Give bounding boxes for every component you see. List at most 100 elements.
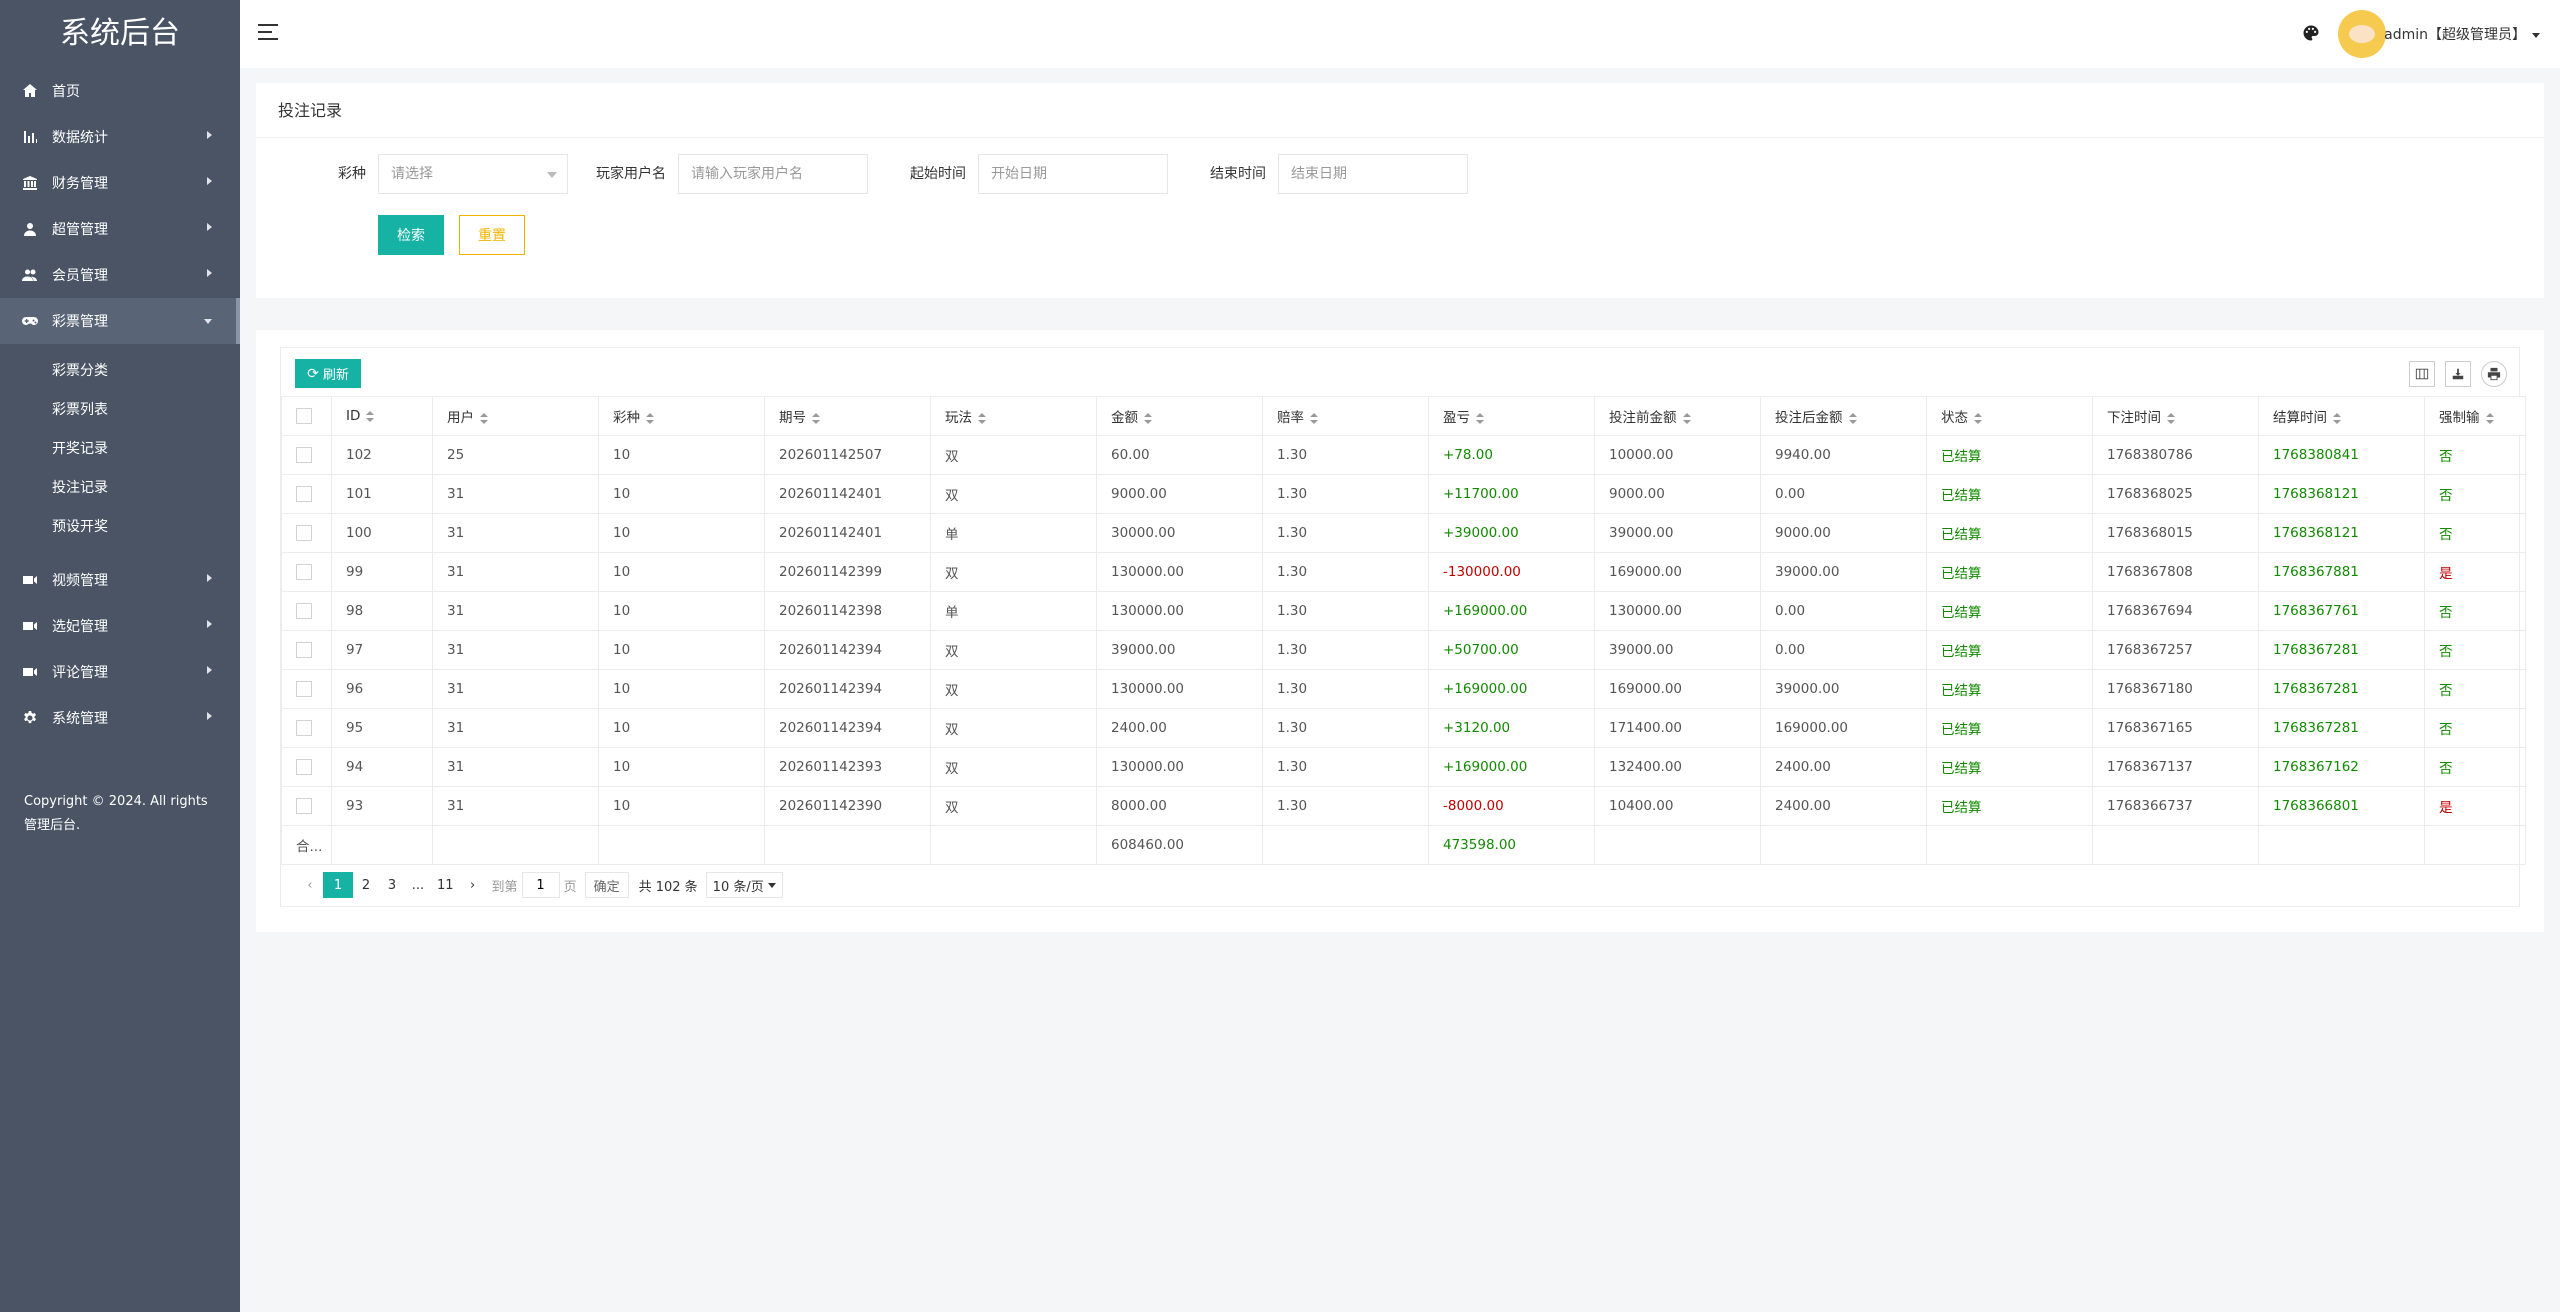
goto-confirm-button[interactable]: 确定: [584, 872, 629, 898]
sidebar-item[interactable]: 选妃管理: [0, 603, 240, 649]
page-button[interactable]: 1: [323, 872, 353, 898]
column-header[interactable]: 状态: [1926, 396, 2093, 436]
table-cell: 1768367165: [2092, 708, 2259, 748]
column-header[interactable]: 期号: [764, 396, 931, 436]
page-button[interactable]: 3: [379, 872, 405, 898]
menu-toggle-icon[interactable]: [258, 24, 278, 42]
select-all-checkbox[interactable]: [296, 408, 312, 424]
sort-icon[interactable]: [1144, 412, 1152, 424]
export-button[interactable]: [2445, 361, 2471, 387]
print-button[interactable]: [2481, 361, 2507, 387]
table-cell: 1.30: [1262, 591, 1429, 631]
sidebar-item-label: 会员管理: [52, 268, 108, 284]
submenu-item[interactable]: 预设开奖: [0, 508, 240, 547]
column-header[interactable]: 投注前金额: [1594, 396, 1761, 436]
next-page-icon[interactable]: ›: [460, 872, 486, 898]
column-header[interactable]: 强制输: [2424, 396, 2526, 436]
row-checkbox[interactable]: [296, 564, 312, 580]
submenu-item[interactable]: 开奖记录: [0, 430, 240, 469]
row-checkbox[interactable]: [296, 720, 312, 736]
column-header-label: 用户: [447, 410, 474, 426]
submenu-item[interactable]: 投注记录: [0, 469, 240, 508]
sidebar-item[interactable]: 会员管理: [0, 252, 240, 298]
player-input[interactable]: [678, 154, 868, 194]
goto-page-input[interactable]: [521, 872, 560, 898]
end-date-input[interactable]: [1278, 154, 1468, 194]
column-header[interactable]: 盈亏: [1428, 396, 1595, 436]
table-cell: 否: [2424, 435, 2526, 475]
reset-button[interactable]: 重置: [459, 215, 525, 255]
table-cell: +169000.00: [1428, 591, 1595, 631]
row-checkbox[interactable]: [296, 798, 312, 814]
table-cell: 否: [2424, 630, 2526, 670]
table-cell: 已结算: [1926, 474, 2093, 514]
sidebar-item[interactable]: 视频管理: [0, 557, 240, 603]
sidebar-item[interactable]: 超管管理: [0, 206, 240, 252]
row-select-cell: [281, 786, 332, 826]
lottery-label: 彩种: [338, 166, 366, 182]
sidebar-item[interactable]: 评论管理: [0, 649, 240, 695]
column-header[interactable]: 投注后金额: [1760, 396, 1927, 436]
sort-icon[interactable]: [978, 412, 986, 424]
table-cell: 双: [930, 435, 1097, 475]
page-button[interactable]: 11: [431, 872, 460, 898]
row-checkbox[interactable]: [296, 525, 312, 541]
row-checkbox[interactable]: [296, 759, 312, 775]
page-size-select[interactable]: 10 条/页: [705, 872, 783, 898]
sort-icon[interactable]: [480, 412, 488, 424]
bank-icon: [22, 175, 38, 191]
sidebar-item[interactable]: 财务管理: [0, 160, 240, 206]
video-icon: [22, 572, 38, 588]
row-checkbox[interactable]: [296, 642, 312, 658]
sort-icon[interactable]: [1682, 412, 1691, 424]
sort-icon[interactable]: [1476, 412, 1484, 424]
user-menu[interactable]: admin【超级管理员】: [2384, 24, 2540, 44]
sidebar-item[interactable]: 彩票管理: [0, 298, 240, 344]
prev-page-icon[interactable]: ‹: [297, 872, 323, 898]
table-cell: 双: [930, 708, 1097, 748]
sort-icon[interactable]: [2167, 412, 2175, 424]
sort-icon[interactable]: [2333, 412, 2341, 424]
submenu-item[interactable]: 彩票列表: [0, 391, 240, 430]
refresh-button[interactable]: ⟳ 刷新: [295, 359, 361, 388]
column-header[interactable]: 赔率: [1262, 396, 1429, 436]
sort-icon[interactable]: [812, 412, 820, 424]
column-header[interactable]: 结算时间: [2258, 396, 2425, 436]
chevron-icon: [204, 319, 212, 324]
sort-icon[interactable]: [1310, 412, 1318, 424]
columns-filter-button[interactable]: [2409, 361, 2435, 387]
start-date-input[interactable]: [978, 154, 1168, 194]
column-header[interactable]: 下注时间: [2092, 396, 2259, 436]
sidebar-item[interactable]: 系统管理: [0, 695, 240, 741]
avatar[interactable]: [2338, 10, 2386, 58]
sort-icon[interactable]: [1848, 412, 1857, 424]
column-header[interactable]: 玩法: [930, 396, 1097, 436]
lottery-select[interactable]: 请选择: [378, 154, 568, 194]
column-header[interactable]: 金额: [1096, 396, 1263, 436]
row-checkbox[interactable]: [296, 603, 312, 619]
sort-icon[interactable]: [2485, 412, 2494, 424]
sidebar-item[interactable]: 首页: [0, 68, 240, 114]
page-button[interactable]: 2: [353, 872, 379, 898]
submenu-item[interactable]: 彩票分类: [0, 352, 240, 391]
column-header[interactable]: 用户: [432, 396, 599, 436]
sort-icon[interactable]: [366, 410, 375, 422]
search-button[interactable]: 检索: [378, 215, 444, 255]
chevron-down-icon: [767, 882, 776, 888]
row-checkbox[interactable]: [296, 681, 312, 697]
sort-icon[interactable]: [646, 412, 654, 424]
column-header[interactable]: ID: [331, 396, 433, 436]
row-checkbox[interactable]: [296, 486, 312, 502]
column-header[interactable]: 彩种: [598, 396, 765, 436]
palette-icon[interactable]: [2302, 24, 2320, 42]
table-cell: [1760, 825, 1927, 865]
table-cell: 1.30: [1262, 708, 1429, 748]
sidebar-item[interactable]: 数据统计: [0, 114, 240, 160]
row-checkbox[interactable]: [296, 447, 312, 463]
table-cell: 39000.00: [1594, 513, 1761, 553]
sort-icon[interactable]: [1974, 412, 1982, 424]
table-row: 99 31 10 202601142399 双 130000.00 1.30 -130000.…: [281, 552, 2526, 592]
table-cell: [598, 825, 765, 865]
copyright-text: Copyright © 2024. All rights 管理后台.: [24, 794, 208, 833]
table-cell: 10: [598, 552, 765, 592]
